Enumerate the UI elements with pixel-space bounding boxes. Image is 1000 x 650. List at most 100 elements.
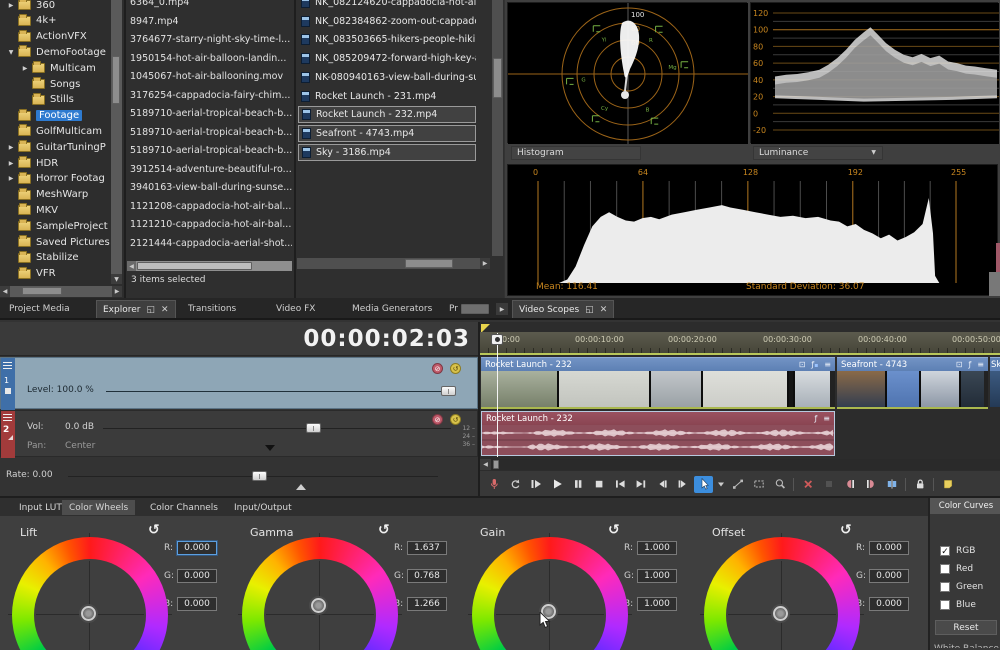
track-mute-icon[interactable]: ⊘ xyxy=(432,414,443,425)
b-value-field[interactable]: 1.266 xyxy=(407,597,447,611)
curve-option-blue[interactable]: Blue xyxy=(940,600,976,610)
folder-item-vfr[interactable]: VFR xyxy=(0,266,110,282)
b-value-field[interactable]: 0.000 xyxy=(177,597,217,611)
loop-playback-button[interactable] xyxy=(505,476,524,493)
curves-reset-button[interactable]: Reset xyxy=(935,620,997,635)
folder-item-horror-footag[interactable]: ▶Horror Footag xyxy=(0,171,110,187)
track-automation-icon[interactable]: ↺ xyxy=(450,414,461,425)
track-number-strip[interactable]: 1 xyxy=(1,358,15,410)
folder-item-stabilize[interactable]: Stabilize xyxy=(0,250,110,266)
r-value-field[interactable]: 1.000 xyxy=(637,541,677,555)
media-item[interactable]: NK-080940163-view-ball-during-sunse... xyxy=(298,69,476,86)
go-to-end-button[interactable] xyxy=(631,476,650,493)
r-value-field[interactable]: 1.637 xyxy=(407,541,447,555)
scroll-right-button[interactable]: ▶ xyxy=(480,258,490,269)
playhead-marker[interactable] xyxy=(491,334,503,345)
clip-fx-icon[interactable]: ƒ xyxy=(814,414,817,423)
envelope-edit-tool-button[interactable] xyxy=(728,476,747,493)
rgb-checkbox[interactable]: ✓ xyxy=(940,546,950,556)
tree-expander-icon[interactable]: ▼ xyxy=(6,49,16,56)
go-to-start-button[interactable] xyxy=(610,476,629,493)
vol-slider-handle[interactable] xyxy=(306,423,321,433)
wheel-reset-button[interactable]: ↺ xyxy=(148,522,160,538)
folder-item-guitartuningp[interactable]: ▶GuitarTuningP xyxy=(0,139,110,155)
playhead-line[interactable] xyxy=(497,333,498,457)
tree-expander-icon[interactable]: ▶ xyxy=(20,65,30,72)
clip-menu-icon[interactable]: ≡ xyxy=(823,414,830,423)
stop-button[interactable] xyxy=(589,476,608,493)
clip-fx-icon[interactable]: ƒ xyxy=(968,360,971,369)
tree-expander-icon[interactable]: ▶ xyxy=(6,2,16,9)
pan-value[interactable]: Center xyxy=(65,441,95,451)
folder-item-hdr[interactable]: ▶HDR xyxy=(0,155,110,171)
scroll-left-button[interactable]: ◀ xyxy=(480,459,491,470)
tree-expander-icon[interactable]: ▶ xyxy=(6,144,16,151)
media-item[interactable]: Rocket Launch - 232.mp4 xyxy=(298,106,476,123)
file-item[interactable]: 5189710-aerial-tropical-beach-b... xyxy=(130,105,292,122)
timeline-ruler[interactable]: 0:0000:00:10:0000:00:20:0000:00:30:0000:… xyxy=(480,332,1000,355)
track-menu-icon[interactable] xyxy=(3,414,12,421)
media-item[interactable]: NK_082384862-zoom-out-cappadocia-... xyxy=(298,13,476,30)
file-item[interactable]: 5189710-aerial-tropical-beach-b... xyxy=(130,142,292,159)
media-item[interactable]: NK_085209472-forward-high-key-aeria... xyxy=(298,50,476,67)
r-value-field[interactable]: 0.000 xyxy=(177,541,217,555)
r-value-field[interactable]: 0.000 xyxy=(869,541,909,555)
dock-tab-media-generators[interactable]: Media Generators xyxy=(346,300,438,318)
dock-tab-video-scopes[interactable]: Video Scopes◱✕ xyxy=(512,300,614,318)
track-menu-icon[interactable] xyxy=(3,362,12,369)
scroll-left-button[interactable]: ◀ xyxy=(127,261,136,271)
lock-button[interactable] xyxy=(910,476,929,493)
file-item[interactable]: 5189710-aerial-tropical-beach-b... xyxy=(130,124,292,141)
pan-crop-icon[interactable]: ⊡ xyxy=(799,360,806,369)
g-value-field[interactable]: 0.768 xyxy=(407,569,447,583)
folder-item-sampleproject[interactable]: SampleProject xyxy=(0,218,110,234)
g-value-field[interactable]: 0.000 xyxy=(869,569,909,583)
folder-item-golfmulticam[interactable]: GolfMulticam xyxy=(0,123,110,139)
file-item[interactable]: 2121444-cappadocia-aerial-shot... xyxy=(130,235,292,252)
float-window-icon[interactable]: ◱ xyxy=(585,305,594,315)
audio-clip-rocket[interactable]: Rocket Launch - 232 ƒ ≡ xyxy=(481,411,835,456)
video-track-header[interactable]: 1 Level: 100.0 % ⊘ ↺ xyxy=(0,357,478,409)
track-expand-triangle[interactable] xyxy=(8,435,13,440)
blue-checkbox[interactable] xyxy=(940,600,950,610)
wheel-puck[interactable] xyxy=(81,606,96,621)
play-from-start-button[interactable] xyxy=(526,476,545,493)
media-list-vscrollbar[interactable] xyxy=(492,0,503,256)
folder-item-360[interactable]: ▶360 xyxy=(0,0,110,13)
g-value-field[interactable]: 1.000 xyxy=(637,569,677,583)
video-clip-rocket[interactable]: Rocket Launch - 232 ⊡ ƒ▪ ≡ xyxy=(481,357,835,409)
file-item[interactable]: 3764677-starry-night-sky-time-l... xyxy=(130,31,292,48)
pause-button[interactable] xyxy=(568,476,587,493)
file-item[interactable]: 8947.mp4 xyxy=(130,13,292,30)
dock-tab-scroll-thumb[interactable] xyxy=(461,304,489,314)
track-automation-icon[interactable]: ↺ xyxy=(450,363,461,374)
folder-item-footage[interactable]: Footage xyxy=(0,108,110,124)
b-value-field[interactable]: 1.000 xyxy=(637,597,677,611)
file-item[interactable]: 1121208-cappadocia-hot-air-bal... xyxy=(130,198,292,215)
b-value-field[interactable]: 0.000 xyxy=(869,597,909,611)
dock-tab-video-fx[interactable]: Video FX xyxy=(270,300,321,318)
wheel-reset-button[interactable]: ↺ xyxy=(608,522,620,538)
wheel-puck[interactable] xyxy=(311,598,326,613)
disabled-tool-button[interactable] xyxy=(819,476,838,493)
folder-item-songs[interactable]: Songs xyxy=(0,76,110,92)
level-slider-handle[interactable] xyxy=(441,386,456,396)
delete-button[interactable] xyxy=(798,476,817,493)
folder-tree-vscrollbar[interactable]: ▼ xyxy=(111,0,122,284)
clip-menu-icon[interactable]: ≡ xyxy=(977,360,984,369)
color-curves-header[interactable]: Color Curves xyxy=(930,498,1000,514)
normal-edit-tool-button[interactable] xyxy=(694,476,713,493)
previous-frame-button[interactable] xyxy=(652,476,671,493)
record-button[interactable] xyxy=(484,476,503,493)
trim-end-button[interactable] xyxy=(861,476,880,493)
color-tab-color-wheels[interactable]: Color Wheels xyxy=(62,500,135,515)
color-tab-color-channels[interactable]: Color Channels xyxy=(143,500,225,515)
file-item[interactable]: 3940163-view-ball-during-sunse... xyxy=(130,179,292,196)
vol-value[interactable]: 0.0 dB xyxy=(65,422,94,432)
media-item[interactable]: NK_083503665-hikers-people-hiking-h... xyxy=(298,31,476,48)
folder-item-4k-[interactable]: 4k+ xyxy=(0,13,110,29)
selection-edit-tool-button[interactable] xyxy=(749,476,768,493)
file-item[interactable]: 1950154-hot-air-balloon-landin... xyxy=(130,50,292,67)
red-checkbox[interactable] xyxy=(940,564,950,574)
audio-track-header[interactable]: 2 Vol: 0.0 dB Pan: Center ⊘ ↺ 12 –24 –36… xyxy=(0,410,478,457)
